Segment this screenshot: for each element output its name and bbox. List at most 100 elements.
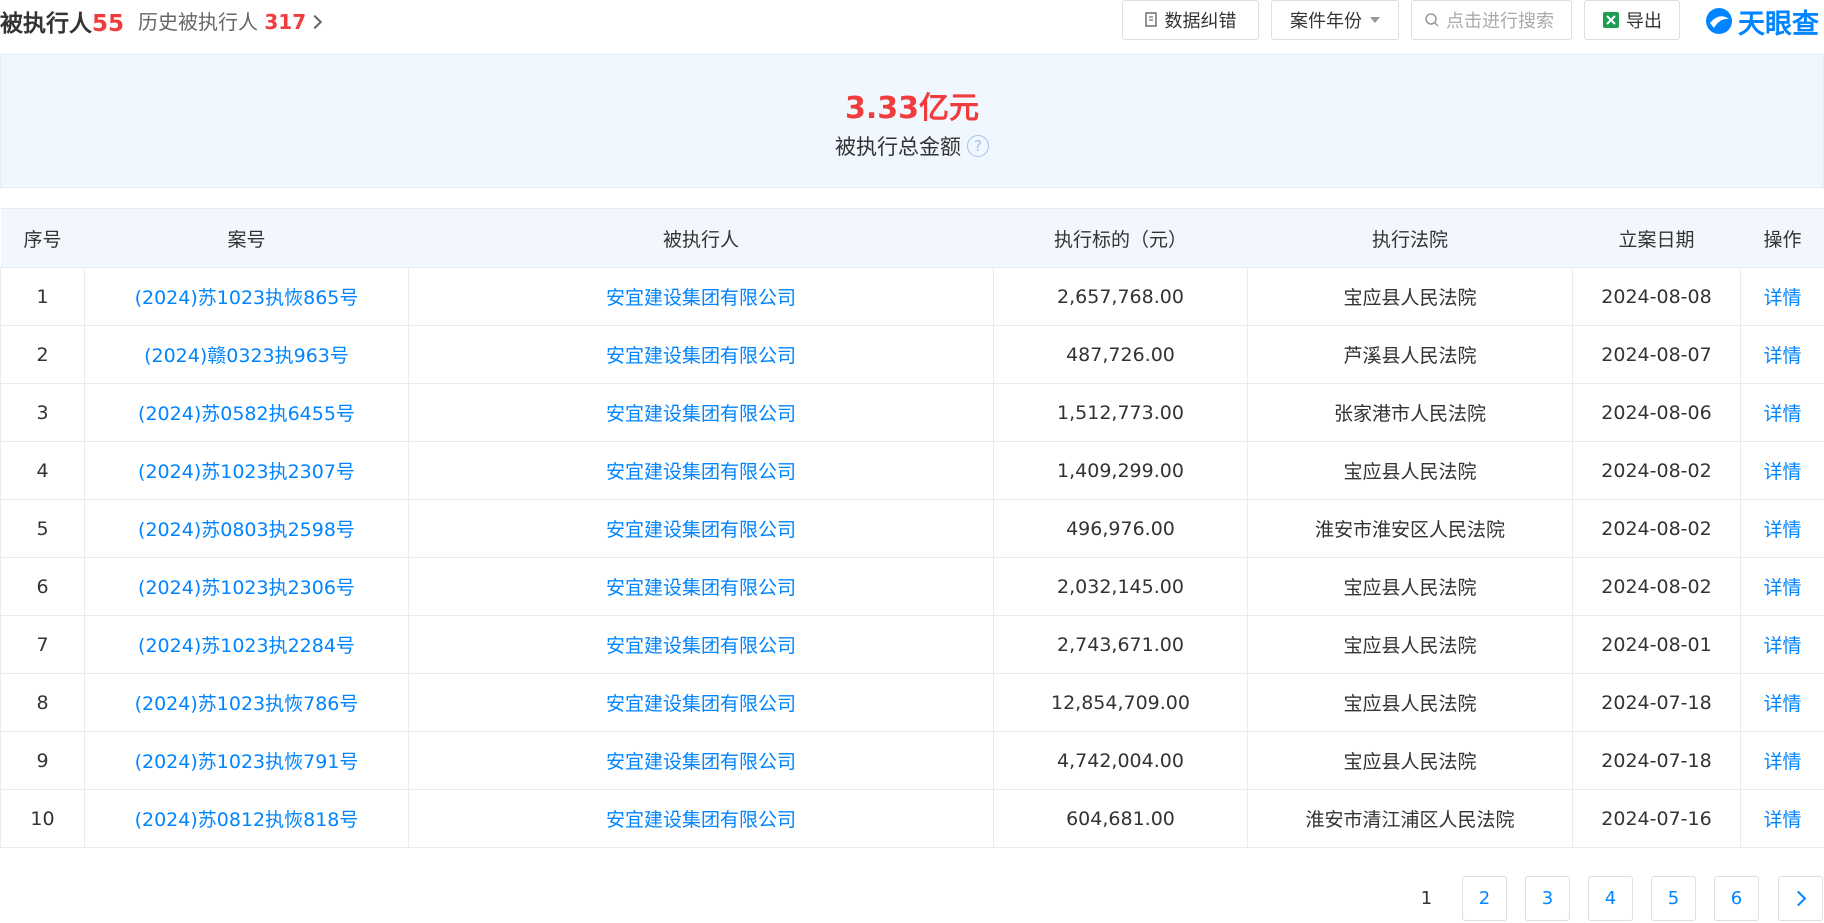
table-row: 4 (2024)苏1023执2307号 安宜建设集团有限公司 1,409,299.00… [0, 441, 1824, 500]
executed-party-link[interactable]: 安宜建设集团有限公司 [408, 731, 994, 790]
table-row: 1 (2024)苏1023执恢865号 安宜建设集团有限公司 2,657,768.00… [0, 267, 1824, 326]
details-link[interactable]: 详情 [1740, 731, 1824, 790]
row-number: 10 [0, 789, 85, 848]
table-header-row: 序号 案号 被执行人 执行标的（元） 执行法院 立案日期 操作 [0, 208, 1824, 268]
table-row: 9 (2024)苏1023执恢791号 安宜建设集团有限公司 4,742,004.00… [0, 731, 1824, 790]
executed-party-link[interactable]: 安宜建设集团有限公司 [408, 673, 994, 732]
filing-date: 2024-08-02 [1572, 441, 1741, 500]
excel-icon [1603, 12, 1619, 28]
case-number-link[interactable]: (2024)苏0582执6455号 [84, 383, 409, 442]
row-number: 7 [0, 615, 85, 674]
table-row: 2 (2024)赣0323执963号 安宜建设集团有限公司 487,726.00 芦溪县… [0, 325, 1824, 384]
executed-party-link[interactable]: 安宜建设集团有限公司 [408, 615, 994, 674]
case-number-link[interactable]: (2024)苏0803执2598号 [84, 499, 409, 558]
data-correction-button[interactable]: 数据纠错 [1122, 0, 1259, 40]
chevron-right-icon [1790, 890, 1807, 907]
table-row: 10 (2024)苏0812执恢818号 安宜建设集团有限公司 604,681.00 淮… [0, 789, 1824, 848]
column-header: 序号 [0, 208, 85, 268]
page-2-button[interactable]: 2 [1462, 876, 1507, 921]
search-input[interactable]: 点击进行搜索 [1411, 0, 1572, 40]
execution-amount: 1,409,299.00 [993, 441, 1248, 500]
filing-date: 2024-08-07 [1572, 325, 1741, 384]
page: 被执行人55 历史被执行人 317 数据纠错 案件年份 点击进行搜索 导出 天眼… [0, 0, 1824, 923]
row-number: 9 [0, 731, 85, 790]
page-5-button[interactable]: 5 [1651, 876, 1696, 921]
execution-court: 宝应县人民法院 [1247, 267, 1573, 326]
page-6-button[interactable]: 6 [1714, 876, 1759, 921]
help-icon[interactable]: ? [967, 135, 989, 157]
details-link[interactable]: 详情 [1740, 499, 1824, 558]
export-label: 导出 [1626, 11, 1662, 32]
case-number-link[interactable]: (2024)苏1023执恢786号 [84, 673, 409, 732]
column-header: 立案日期 [1572, 208, 1741, 268]
case-year-label: 案件年份 [1290, 11, 1362, 32]
case-number-link[interactable]: (2024)苏1023执2284号 [84, 615, 409, 674]
filing-date: 2024-08-01 [1572, 615, 1741, 674]
case-number-link[interactable]: (2024)苏1023执恢791号 [84, 731, 409, 790]
row-number: 4 [0, 441, 85, 500]
execution-amount: 4,742,004.00 [993, 731, 1248, 790]
total-amount-label: 被执行总金额 [835, 135, 961, 159]
logo-icon [1706, 8, 1732, 34]
total-amount-label-row: 被执行总金额? [1, 131, 1823, 161]
execution-court: 宝应县人民法院 [1247, 731, 1573, 790]
execution-court: 宝应县人民法院 [1247, 441, 1573, 500]
row-number: 2 [0, 325, 85, 384]
filing-date: 2024-07-18 [1572, 673, 1741, 732]
executed-party-link[interactable]: 安宜建设集团有限公司 [408, 499, 994, 558]
tab-executed-persons[interactable]: 被执行人55 [0, 4, 124, 38]
executed-party-link[interactable]: 安宜建设集团有限公司 [408, 557, 994, 616]
details-link[interactable]: 详情 [1740, 673, 1824, 732]
next-page-button[interactable] [1778, 876, 1823, 921]
execution-court: 宝应县人民法院 [1247, 557, 1573, 616]
details-link[interactable]: 详情 [1740, 615, 1824, 674]
search-icon [1425, 13, 1439, 27]
export-button[interactable]: 导出 [1584, 0, 1680, 40]
details-link[interactable]: 详情 [1740, 557, 1824, 616]
executed-party-link[interactable]: 安宜建设集团有限公司 [408, 383, 994, 442]
data-correction-label: 数据纠错 [1164, 11, 1237, 32]
case-number-link[interactable]: (2024)赣0323执963号 [84, 325, 409, 384]
caret-down-icon [1370, 17, 1380, 23]
details-link[interactable]: 详情 [1740, 267, 1824, 326]
column-header: 执行法院 [1247, 208, 1573, 268]
case-number-link[interactable]: (2024)苏1023执2306号 [84, 557, 409, 616]
tab-history-label: 历史被执行人 [138, 10, 258, 34]
execution-court: 宝应县人民法院 [1247, 615, 1573, 674]
case-number-link[interactable]: (2024)苏0812执恢818号 [84, 789, 409, 848]
execution-court: 宝应县人民法院 [1247, 673, 1573, 732]
chevron-right-icon [308, 14, 323, 30]
executed-party-link[interactable]: 安宜建设集团有限公司 [408, 267, 994, 326]
page-3-button[interactable]: 3 [1525, 876, 1570, 921]
execution-amount: 2,032,145.00 [993, 557, 1248, 616]
total-amount: 3.33亿元 [844, 91, 980, 126]
execution-court: 芦溪县人民法院 [1247, 325, 1573, 384]
logo-text: 天眼查 [1738, 8, 1819, 40]
details-link[interactable]: 详情 [1740, 789, 1824, 848]
case-number-link[interactable]: (2024)苏1023执2307号 [84, 441, 409, 500]
executed-persons-table: 序号 案号 被执行人 执行标的（元） 执行法院 立案日期 操作 1 (2024)苏… [0, 208, 1824, 848]
execution-amount: 2,743,671.00 [993, 615, 1248, 674]
table-row: 3 (2024)苏0582执6455号 安宜建设集团有限公司 1,512,773.00… [0, 383, 1824, 442]
tab-history-executed[interactable]: 历史被执行人 317 [138, 6, 323, 35]
details-link[interactable]: 详情 [1740, 383, 1824, 442]
row-number: 8 [0, 673, 85, 732]
tab-history-count: 317 [264, 10, 307, 34]
executed-party-link[interactable]: 安宜建设集团有限公司 [408, 325, 994, 384]
executed-party-link[interactable]: 安宜建设集团有限公司 [408, 789, 994, 848]
filing-date: 2024-08-02 [1572, 499, 1741, 558]
execution-amount: 12,854,709.00 [993, 673, 1248, 732]
column-header: 被执行人 [408, 208, 994, 268]
row-number: 6 [0, 557, 85, 616]
execution-court: 淮安市清江浦区人民法院 [1247, 789, 1573, 848]
table-row: 8 (2024)苏1023执恢786号 安宜建设集团有限公司 12,854,709.0… [0, 673, 1824, 732]
details-link[interactable]: 详情 [1740, 325, 1824, 384]
execution-amount: 1,512,773.00 [993, 383, 1248, 442]
case-year-dropdown[interactable]: 案件年份 [1271, 0, 1399, 40]
case-number-link[interactable]: (2024)苏1023执恢865号 [84, 267, 409, 326]
page-1-button[interactable]: 1 [1404, 876, 1449, 921]
details-link[interactable]: 详情 [1740, 441, 1824, 500]
page-4-button[interactable]: 4 [1588, 876, 1633, 921]
filing-date: 2024-08-08 [1572, 267, 1741, 326]
executed-party-link[interactable]: 安宜建设集团有限公司 [408, 441, 994, 500]
